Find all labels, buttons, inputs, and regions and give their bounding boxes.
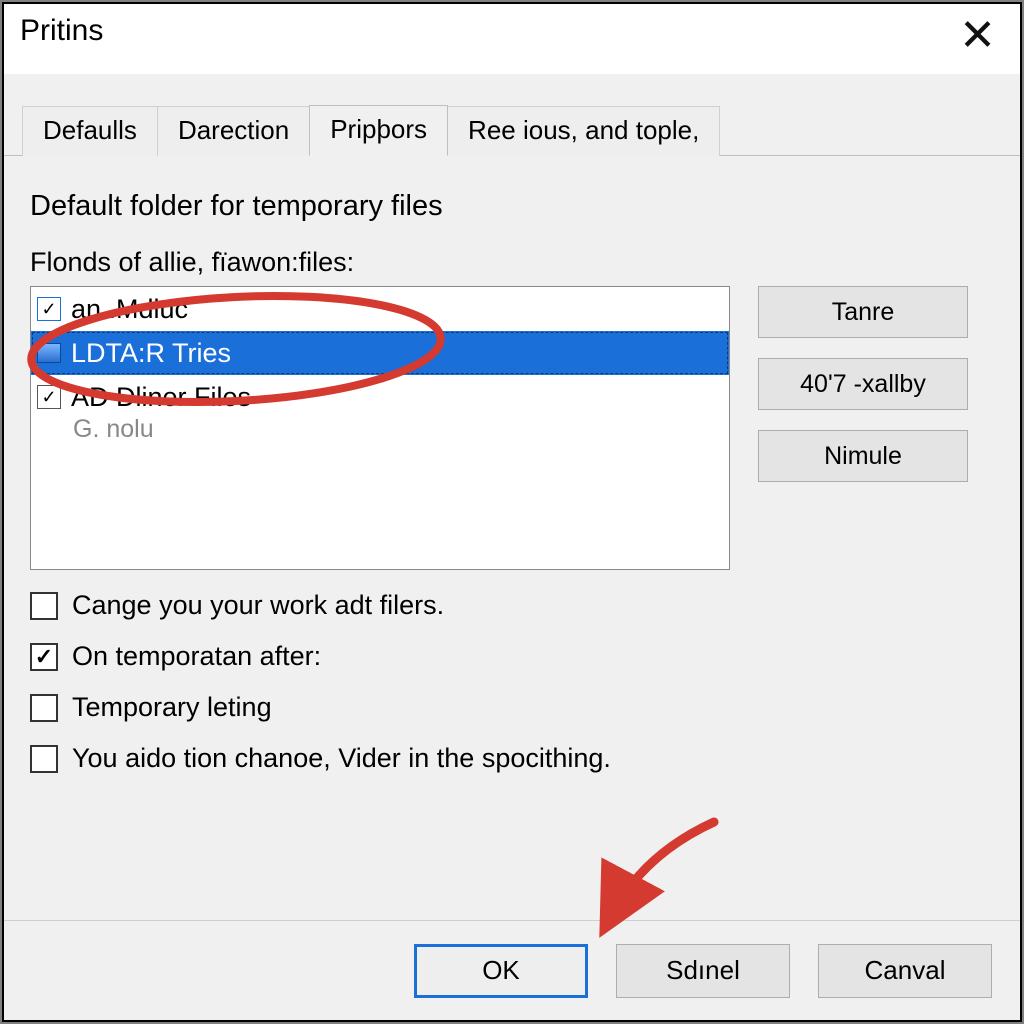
tanre-button[interactable]: Tanre (758, 286, 968, 338)
cancel-button[interactable]: Canval (818, 944, 992, 998)
file-types-listbox[interactable]: ✓ an..Mdluc LDTA:R Tries ✓ AD Dliner Fil… (30, 286, 730, 570)
checkbox-icon[interactable] (30, 592, 58, 620)
nimule-button[interactable]: Nimule (758, 430, 968, 482)
option-label: Temporary leting (72, 692, 272, 723)
option-label: You aido tion chanoe, Vider in the spoci… (72, 743, 611, 774)
list-item-extra: G. nolu (31, 415, 729, 444)
tab-pripors[interactable]: Pripþors (309, 105, 448, 156)
tab-reeious[interactable]: Ree ious, and tople, (447, 106, 720, 156)
checkbox-icon[interactable] (30, 745, 58, 773)
side-button-column: Tanre 40'7 -xallby Nimule (758, 286, 968, 570)
list-item[interactable]: ✓ AD Dliner Files (31, 375, 729, 419)
tab-defaults[interactable]: Defaulls (22, 106, 158, 156)
option-row[interactable]: You aido tion chanoe, Vider in the spoci… (30, 743, 994, 774)
checkbox-icon[interactable] (30, 643, 58, 671)
tab-panel: Default folder for temporary files Flond… (4, 156, 1020, 784)
annotation-arrow (584, 814, 724, 934)
list-item-label: AD Dliner Files (71, 382, 251, 413)
xallby-button[interactable]: 40'7 -xallby (758, 358, 968, 410)
tab-strip: Defaulls Darection Pripþors Ree ious, an… (4, 102, 1020, 156)
option-label: Cange you your work adt filers. (72, 590, 444, 621)
close-icon[interactable]: ✕ (941, 14, 1014, 58)
section-heading: Default folder for temporary files (30, 190, 994, 223)
checkbox-icon[interactable]: ✓ (37, 297, 61, 321)
sdmel-button[interactable]: Sdınel (616, 944, 790, 998)
dialog-window: Pritins ✕ Defaulls Darection Pripþors Re… (4, 4, 1020, 1020)
option-row[interactable]: Cange you your work adt filers. (30, 590, 994, 621)
checkbox-icon[interactable]: ✓ (37, 385, 61, 409)
option-label: On temporatan after: (72, 641, 321, 672)
title-bar: Pritins ✕ (4, 4, 1020, 74)
list-label: Flonds of allie, fïawon:files: (30, 247, 994, 278)
tab-direction[interactable]: Darection (157, 106, 310, 156)
checkbox-icon[interactable] (30, 694, 58, 722)
option-row[interactable]: Temporary leting (30, 692, 994, 723)
list-item-label: LDTA:R Tries (71, 338, 231, 369)
option-row[interactable]: On temporatan after: (30, 641, 994, 672)
window-title: Pritins (20, 14, 103, 48)
list-item-label: an..Mdluc (71, 294, 188, 325)
list-item[interactable]: ✓ an..Mdluc (31, 287, 729, 331)
ok-button[interactable]: OK (414, 944, 588, 998)
dialog-footer: OK Sdınel Canval (4, 920, 1020, 1020)
computer-icon (37, 343, 61, 363)
list-item-selected[interactable]: LDTA:R Tries (31, 331, 729, 375)
